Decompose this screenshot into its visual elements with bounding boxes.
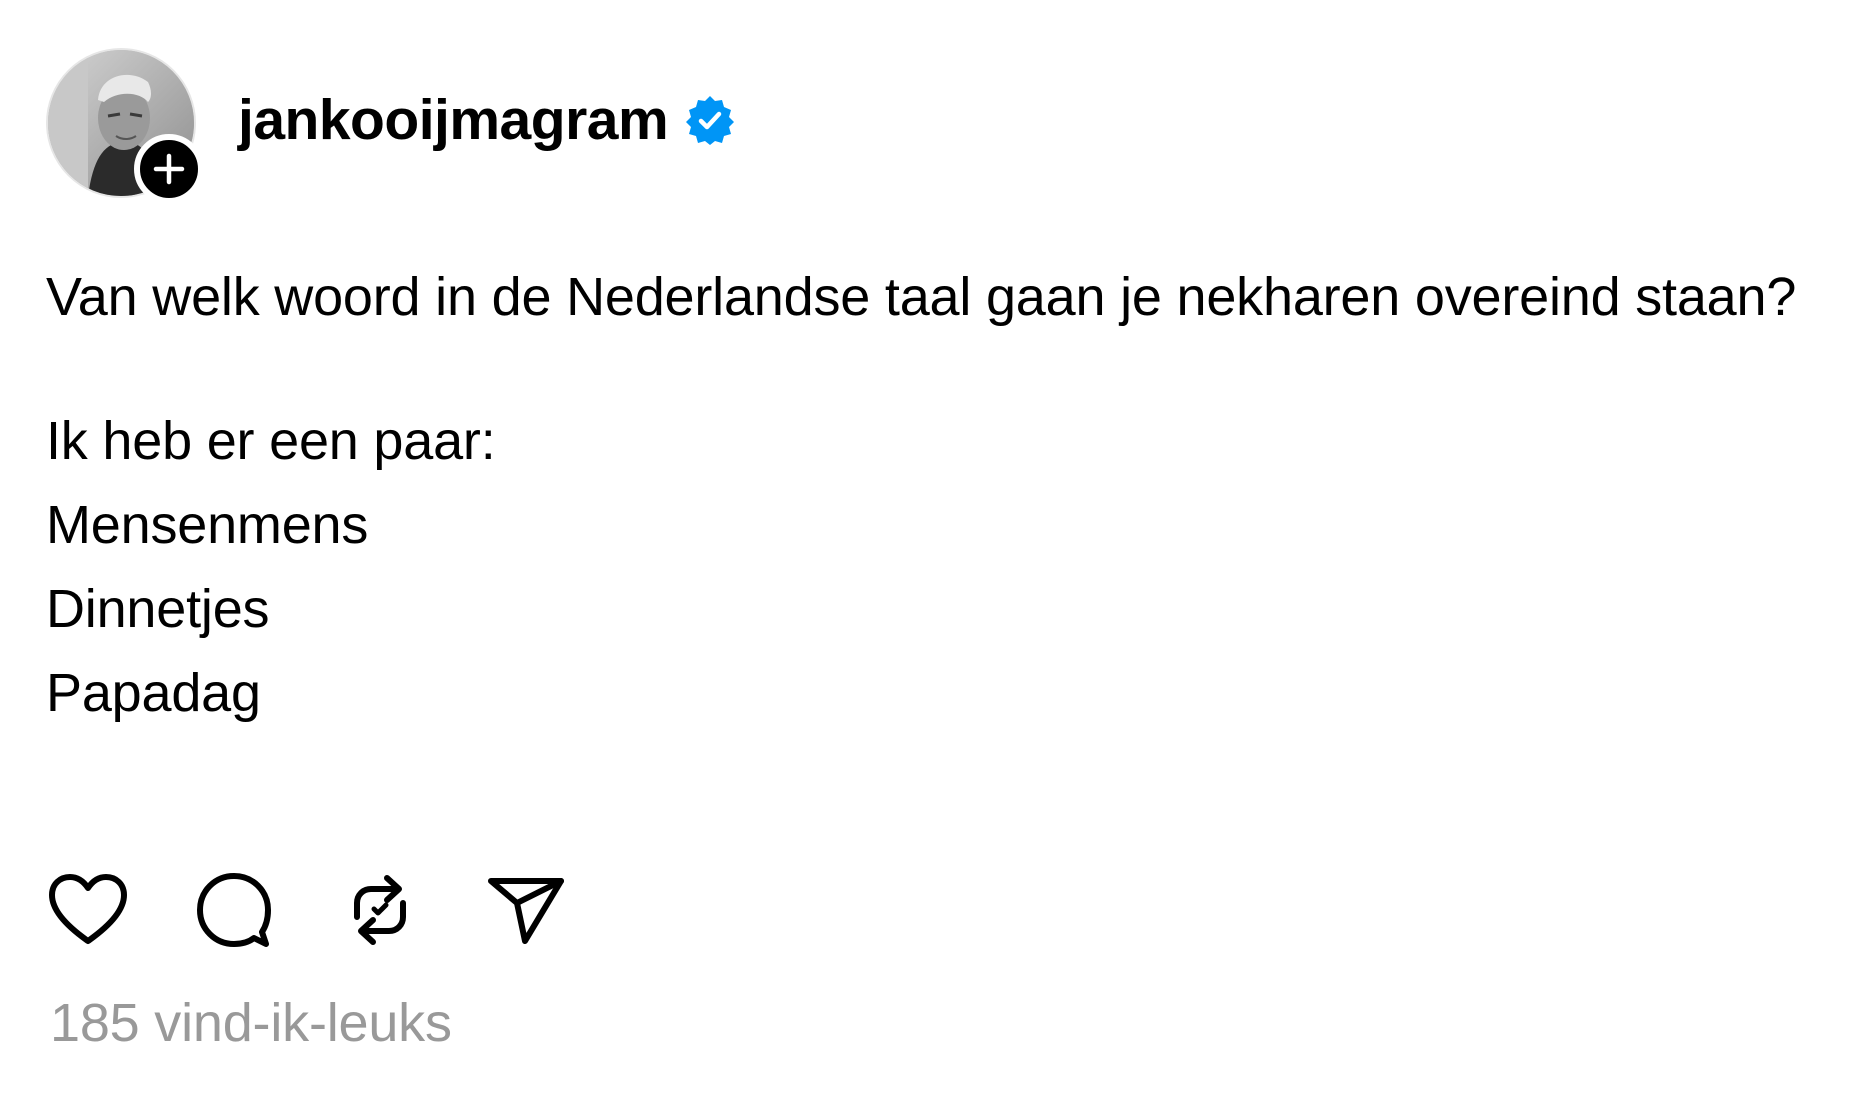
reply-button[interactable]: [192, 868, 276, 952]
speech-bubble-icon: [197, 873, 271, 947]
follow-button[interactable]: [134, 134, 204, 204]
verified-badge-icon: [684, 94, 736, 146]
post-line: Ik heb er een paar:: [46, 411, 496, 471]
post-line: Papadag: [46, 663, 261, 723]
post-paragraph: Van welk woord in de Nederlandse taal ga…: [46, 267, 1797, 327]
post-header: jankooijmagram: [46, 48, 736, 204]
author-row: jankooijmagram: [238, 87, 736, 153]
share-button[interactable]: [484, 868, 568, 952]
username[interactable]: jankooijmagram: [238, 87, 669, 153]
post-text: Van welk woord in de Nederlandse taal ga…: [46, 255, 1846, 735]
thread-post: jankooijmagram Van welk woord in de Nede…: [0, 0, 1860, 1094]
post-line: Mensenmens: [46, 495, 369, 555]
repost-icon: [354, 875, 406, 945]
action-bar: [46, 868, 630, 952]
likes-count[interactable]: 185 vind-ik-leuks: [50, 992, 452, 1054]
post-line: Dinnetjes: [46, 579, 270, 639]
repost-button[interactable]: [338, 868, 422, 952]
send-icon: [488, 878, 564, 944]
avatar-container[interactable]: [46, 48, 204, 204]
heart-icon: [49, 874, 127, 944]
like-button[interactable]: [46, 868, 130, 952]
plus-icon: [153, 153, 185, 185]
